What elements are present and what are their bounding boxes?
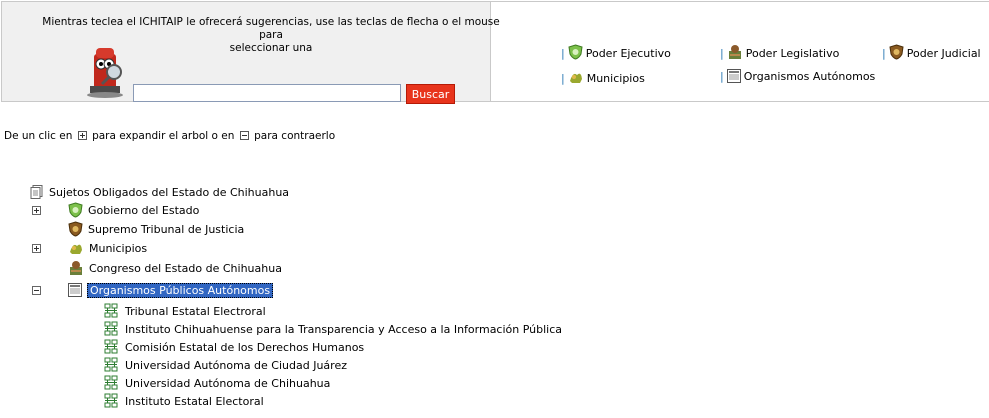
tree-node-municipios[interactable]: Municipios [32,239,147,257]
search-button[interactable]: Buscar [406,84,455,104]
expand-icon [77,131,87,140]
tree-node-congreso[interactable]: Congreso del Estado de Chihuahua [32,259,282,277]
mascot-icon [87,48,123,98]
expand-icon[interactable] [32,206,41,215]
quick-link-judicial[interactable]: | Poder Judicial [882,44,981,60]
expand-icon[interactable] [32,244,41,253]
tree-leaf[interactable]: Tribunal Estatal Electroral [104,302,266,320]
tree-leaf[interactable]: Universidad Autónoma de Ciudad Juárez [104,356,347,374]
search-input[interactable] [133,84,401,102]
quick-link-ejecutivo[interactable]: | Poder Ejecutivo [561,44,671,60]
quick-link-autonomos[interactable]: | Organismos Autónomos [720,69,875,83]
shield-green-icon [68,202,83,218]
org-chart-icon [104,393,118,408]
tree-node-gobierno[interactable]: Gobierno del Estado [32,201,199,219]
tree-leaf[interactable]: Instituto Chihuahuense para la Transpare… [104,320,562,338]
search-panel: Mientras teclea el ICHITAIP le ofrecerá … [1,1,989,104]
shield-green-icon [568,44,583,60]
tree-instructions: De un clic en para expandir el arbol o e… [4,130,336,142]
tree-leaf[interactable]: Instituto Estatal Electoral [104,392,264,410]
org-chart-icon [104,339,118,354]
window-icon [68,283,82,297]
shield-brown-icon [889,44,904,60]
window-icon [726,69,741,83]
org-chart-icon [104,375,118,390]
municipio-icon [70,244,82,254]
municipio-icon [569,73,582,83]
tree-leaf[interactable]: Universidad Autónoma de Chihuahua [104,374,330,392]
org-chart-icon [104,357,118,372]
search-box: Mientras teclea el ICHITAIP le ofrecerá … [2,2,500,104]
tree-node-supremo[interactable]: Supremo Tribunal de Justicia [32,220,244,238]
org-chart-icon [104,321,118,336]
collapse-icon [239,131,249,140]
quick-link-municipios[interactable]: | Municipios [561,69,645,85]
org-chart-icon [104,303,118,318]
congreso-icon [70,261,82,275]
shield-brown-icon [68,221,83,237]
tree-root[interactable]: Sujetos Obligados del Estado de Chihuahu… [30,185,289,199]
tree-node-organismos[interactable]: Organismos Públicos Autónomos [32,281,274,299]
quick-link-legislativo[interactable]: | Poder Legislativo [720,44,839,60]
documents-icon [30,185,43,199]
tree-root-label: Sujetos Obligados del Estado de Chihuahu… [49,185,290,199]
congreso-icon [728,45,741,59]
collapse-icon[interactable] [32,286,41,295]
tree-leaf[interactable]: Comisión Estatal de los Derechos Humanos [104,338,364,356]
